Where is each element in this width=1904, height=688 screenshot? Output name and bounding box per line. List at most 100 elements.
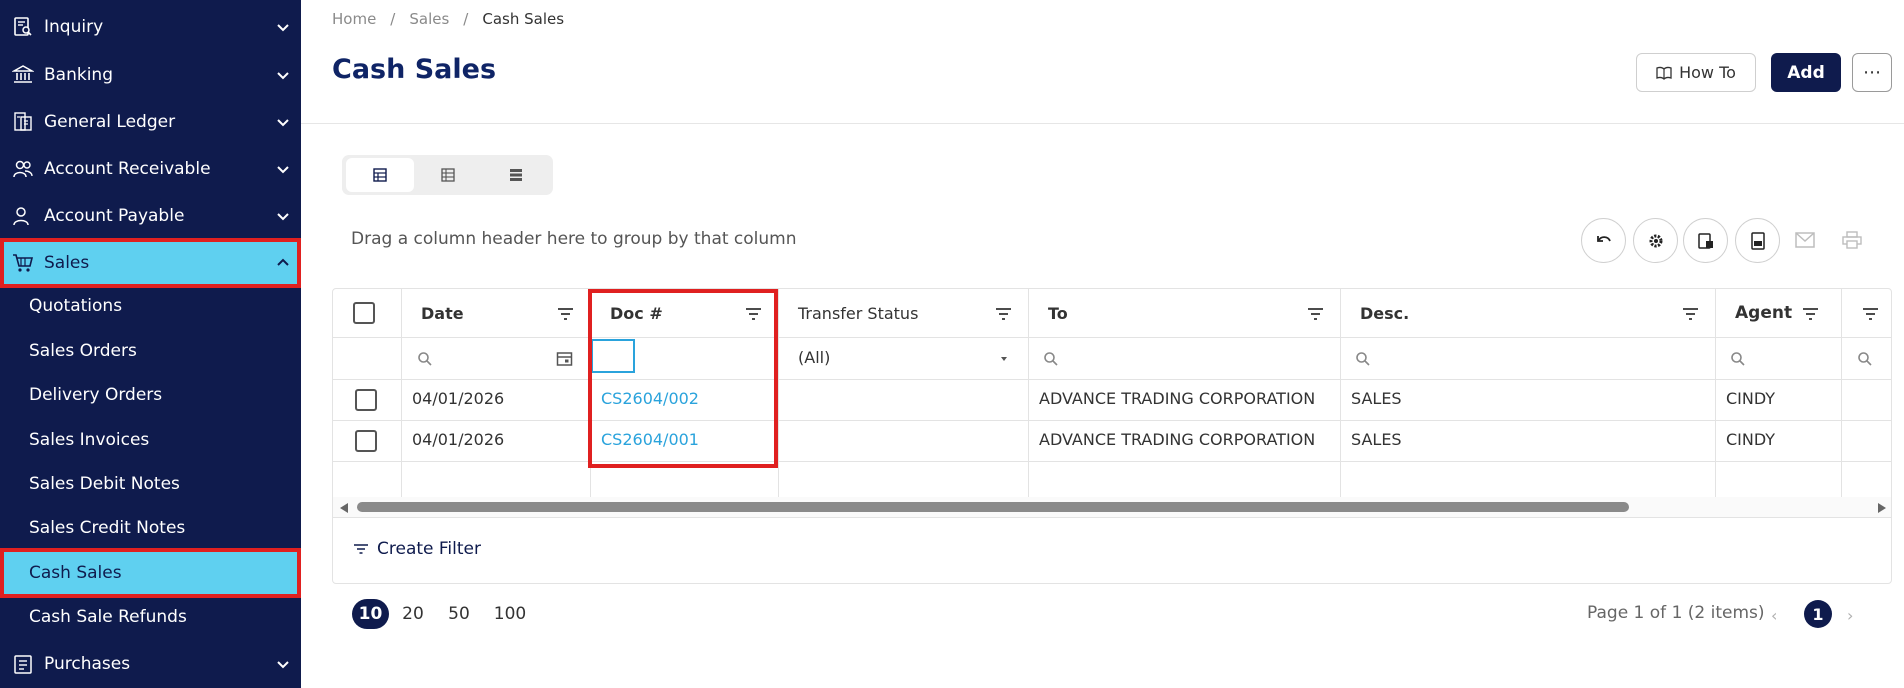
- cell-date: 04/01/2026: [412, 389, 505, 408]
- column-header-date[interactable]: Date: [401, 289, 590, 337]
- create-filter-label: Create Filter: [377, 539, 481, 559]
- settings-button[interactable]: [1633, 218, 1678, 263]
- chevron-down-icon: [277, 119, 289, 127]
- sidebar-subitem-quotations[interactable]: Quotations: [0, 284, 301, 328]
- search-icon: [1731, 352, 1745, 366]
- bank-icon: [12, 65, 34, 83]
- filter-icon[interactable]: [1802, 305, 1819, 322]
- view-list-button[interactable]: [482, 158, 550, 192]
- column-header-label: Desc.: [1360, 303, 1410, 323]
- sidebar-subitem-sales-debit-notes[interactable]: Sales Debit Notes: [0, 462, 301, 506]
- sidebar-item-label: Account Payable: [44, 206, 185, 226]
- export-button[interactable]: [1683, 218, 1728, 263]
- prev-page-button[interactable]: ‹: [1771, 606, 1777, 625]
- filter-icon[interactable]: [745, 305, 762, 322]
- breadcrumb-sales[interactable]: Sales: [409, 10, 449, 28]
- cart-icon: [13, 254, 34, 272]
- more-options-button[interactable]: ⋯: [1852, 53, 1892, 92]
- page-size-100[interactable]: 100: [491, 599, 529, 629]
- chevron-down-icon: [277, 24, 289, 32]
- sidebar-item-account-receivable[interactable]: Account Receivable: [0, 146, 301, 192]
- row-checkbox[interactable]: [355, 389, 377, 411]
- purchases-icon: [14, 655, 32, 674]
- undo-icon: [1596, 235, 1611, 242]
- next-page-button[interactable]: ›: [1847, 606, 1853, 625]
- sidebar-item-label: Purchases: [44, 654, 131, 674]
- how-to-button[interactable]: How To: [1636, 53, 1756, 92]
- sidebar-item-inquiry[interactable]: Inquiry: [0, 4, 301, 50]
- doc-number-filter-input[interactable]: [591, 339, 635, 373]
- column-header-label: Date: [421, 303, 464, 323]
- payable-icon: [13, 207, 29, 226]
- book-icon: [1656, 66, 1672, 80]
- ledger-icon: [14, 112, 32, 131]
- inquiry-icon: [14, 17, 32, 36]
- page-size-10[interactable]: 10: [352, 599, 389, 629]
- view-card-button[interactable]: [346, 158, 414, 192]
- sidebar-item-banking[interactable]: Banking: [0, 52, 301, 98]
- scroll-left-icon[interactable]: [339, 502, 349, 514]
- column-header-label: Doc #: [610, 303, 663, 323]
- sidebar-item-sales[interactable]: Sales: [0, 238, 301, 288]
- filter-row-line: [333, 379, 1891, 380]
- page-title: Cash Sales: [332, 54, 497, 85]
- page-number-current[interactable]: 1: [1804, 600, 1832, 628]
- sidebar-subitem-label: Quotations: [29, 296, 123, 316]
- cell-date: 04/01/2026: [412, 430, 505, 449]
- breadcrumb-home[interactable]: Home: [332, 10, 376, 28]
- undo-button[interactable]: [1581, 218, 1626, 263]
- sidebar-subitem-sales-orders[interactable]: Sales Orders: [0, 329, 301, 373]
- column-header-transfer-status[interactable]: Transfer Status: [778, 289, 1028, 337]
- sidebar-subitem-sales-credit-notes[interactable]: Sales Credit Notes: [0, 506, 301, 550]
- cell-desc: SALES: [1351, 389, 1402, 408]
- dropdown-caret-icon[interactable]: [998, 354, 1010, 364]
- cell-doc-link[interactable]: CS2604/002: [601, 389, 699, 408]
- sidebar-subitem-label: Sales Orders: [29, 341, 137, 361]
- export-pdf-button[interactable]: [1735, 218, 1780, 263]
- filter-icon[interactable]: [1307, 305, 1324, 322]
- add-button[interactable]: Add: [1771, 53, 1841, 92]
- column-header-more[interactable]: [1841, 289, 1891, 337]
- header-divider-line: [333, 337, 1891, 338]
- filter-icon[interactable]: [1682, 305, 1699, 322]
- transfer-status-filter-value[interactable]: (All): [798, 348, 830, 367]
- column-header-to[interactable]: To: [1028, 289, 1340, 337]
- filter-icon[interactable]: [557, 305, 574, 322]
- select-all-checkbox[interactable]: [353, 302, 375, 324]
- page-size-50[interactable]: 50: [445, 599, 473, 629]
- list-view-icon: [510, 169, 522, 181]
- chevron-down-icon: [277, 166, 289, 174]
- column-header-doc-number[interactable]: Doc #: [590, 289, 778, 337]
- header-divider: [301, 123, 1904, 124]
- sidebar-subitem-sales-invoices[interactable]: Sales Invoices: [0, 418, 301, 462]
- sidebar-item-label: Banking: [44, 65, 113, 85]
- sidebar-subitem-cash-sale-refunds[interactable]: Cash Sale Refunds: [0, 595, 301, 639]
- column-header-agent[interactable]: Agent: [1715, 289, 1841, 337]
- calendar-icon[interactable]: [556, 350, 573, 367]
- view-table-button[interactable]: [414, 158, 482, 192]
- sidebar-subitem-delivery-orders[interactable]: Delivery Orders: [0, 373, 301, 417]
- scrollbar-thumb[interactable]: [357, 502, 1629, 512]
- pdf-icon: [1750, 231, 1765, 250]
- sidebar-item-account-payable[interactable]: Account Payable: [0, 193, 301, 239]
- sidebar-item-label: Sales: [44, 253, 90, 273]
- sidebar-item-purchases[interactable]: Purchases: [0, 641, 301, 687]
- cell-doc-link[interactable]: CS2604/001: [601, 430, 699, 449]
- email-button[interactable]: [1790, 225, 1820, 255]
- print-button[interactable]: [1837, 225, 1867, 255]
- row-checkbox[interactable]: [355, 430, 377, 452]
- sidebar-subitem-cash-sales[interactable]: Cash Sales: [0, 548, 301, 598]
- filter-icon[interactable]: [1862, 305, 1879, 322]
- create-filter-button[interactable]: Create Filter: [353, 539, 481, 559]
- scroll-right-icon[interactable]: [1877, 502, 1887, 514]
- filter-icon: [354, 544, 368, 554]
- column-header-desc[interactable]: Desc.: [1340, 289, 1715, 337]
- row-line: [333, 420, 1891, 421]
- mail-icon: [1795, 232, 1815, 248]
- sidebar-item-general-ledger[interactable]: General Ledger: [0, 99, 301, 145]
- page-size-20[interactable]: 20: [399, 599, 427, 629]
- cell-to: ADVANCE TRADING CORPORATION: [1039, 389, 1316, 408]
- filter-icon[interactable]: [995, 305, 1012, 322]
- sidebar-item-label: Inquiry: [44, 17, 104, 37]
- horizontal-scrollbar[interactable]: [333, 497, 1891, 517]
